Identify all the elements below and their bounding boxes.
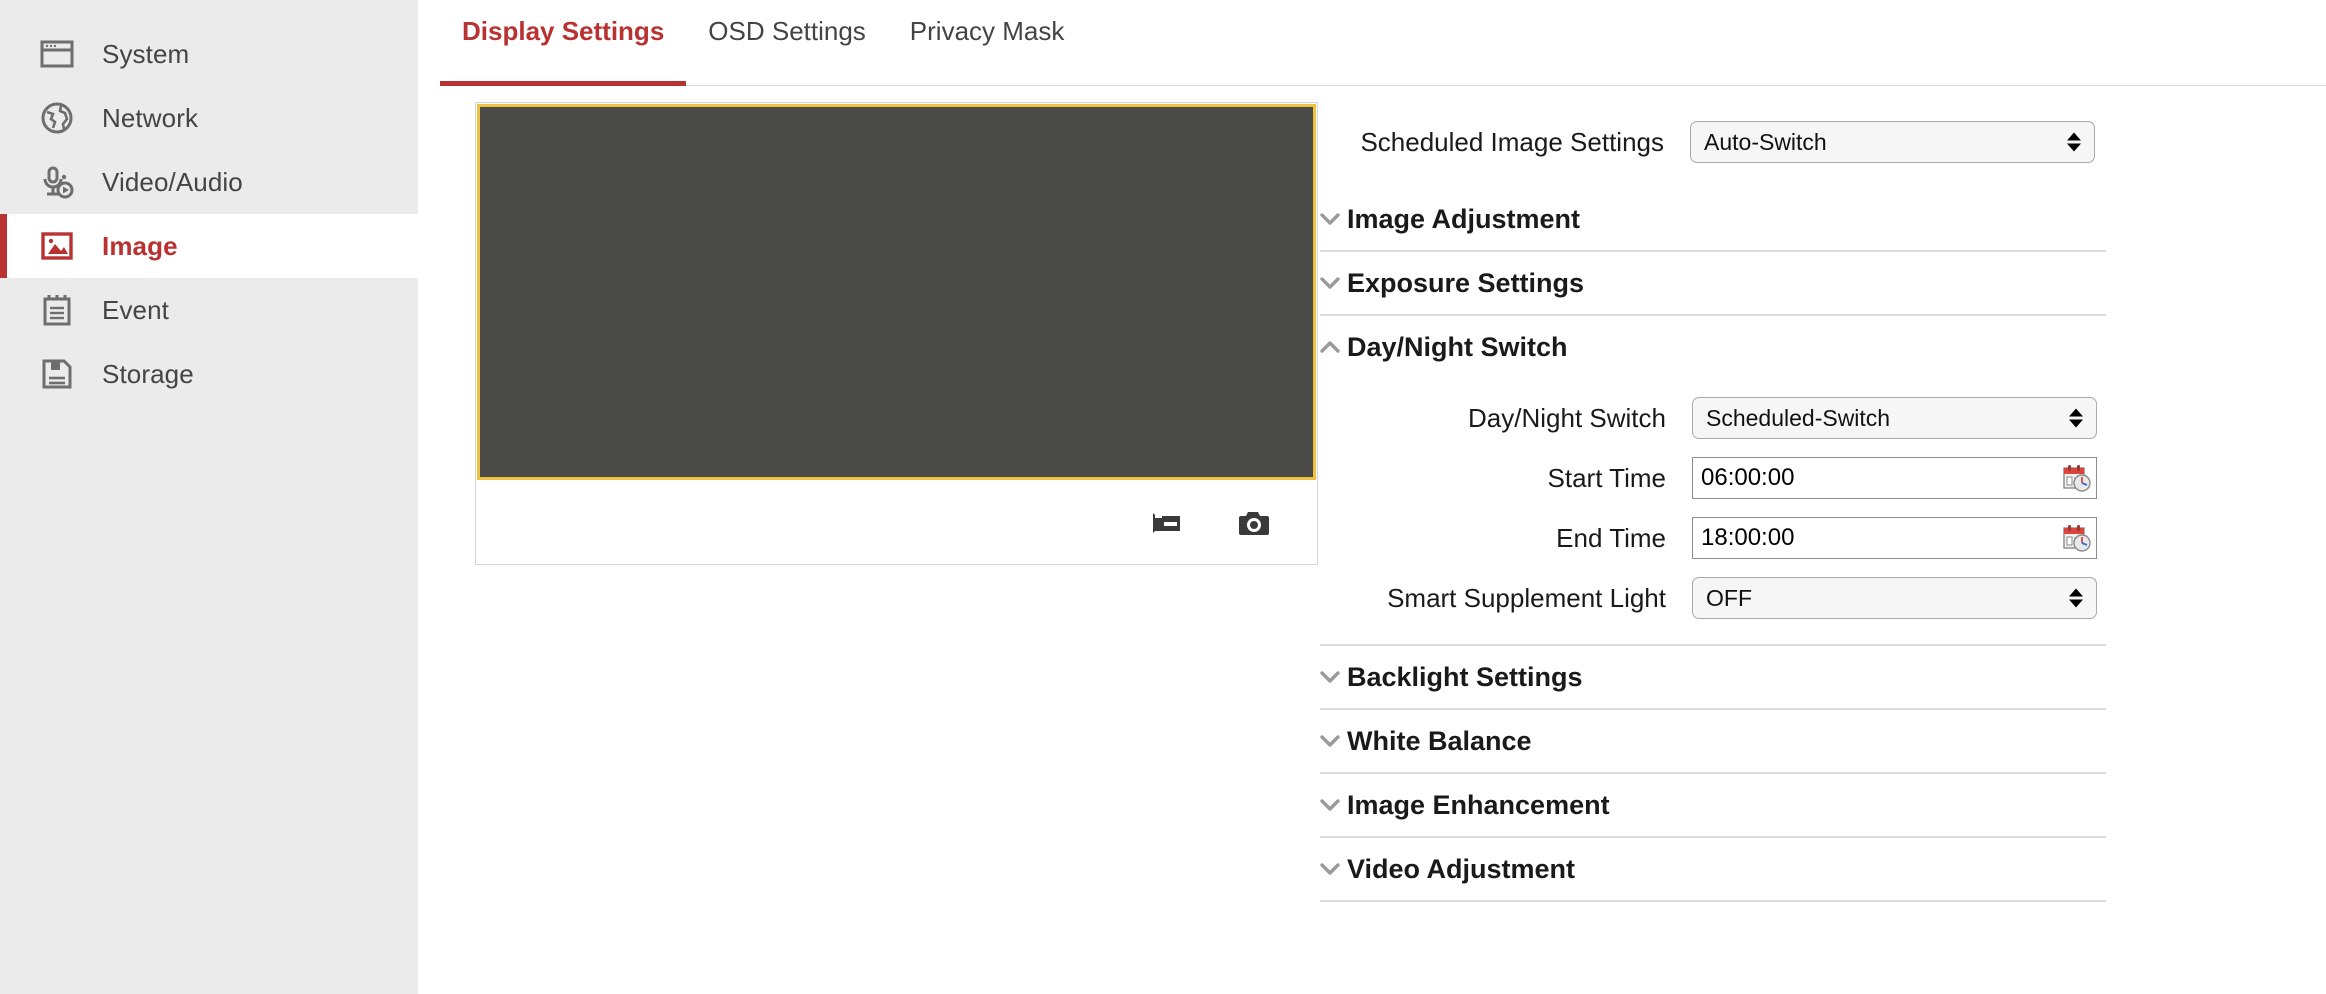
floppy-disk-icon (38, 355, 76, 393)
section-header-white-balance[interactable]: White Balance (1320, 710, 2232, 772)
sidebar-item-label: Network (102, 103, 198, 134)
section-exposure-settings: Exposure Settings (1318, 252, 2232, 316)
row-scheduled-image-settings: Scheduled Image Settings Auto-Switch (1318, 112, 2232, 172)
section-header-backlight-settings[interactable]: Backlight Settings (1320, 646, 2232, 708)
row-smart-supplement-light: Smart Supplement Light OFF (1320, 568, 2232, 628)
sidebar-item-label: Storage (102, 359, 194, 390)
content-area: Scheduled Image Settings Auto-Switch (418, 86, 2326, 902)
end-time-input[interactable] (1692, 517, 2097, 559)
calendar-clock-icon[interactable] (2062, 463, 2092, 493)
video-camera-icon[interactable] (1149, 503, 1189, 543)
chevron-down-icon (1320, 273, 1340, 293)
section-title: Exposure Settings (1347, 268, 1584, 299)
chevron-down-icon (1320, 731, 1340, 751)
sidebar-item-system[interactable]: System (0, 22, 418, 86)
day-night-switch-label: Day/Night Switch (1320, 403, 1692, 434)
end-time-control (1692, 517, 2097, 559)
sidebar-item-event[interactable]: Event (0, 278, 418, 342)
section-title: White Balance (1347, 726, 1532, 757)
row-day-night-switch-mode: Day/Night Switch Scheduled-Switch (1320, 388, 2232, 448)
chevron-down-icon (1320, 859, 1340, 879)
scheduled-image-settings-label: Scheduled Image Settings (1318, 127, 1690, 158)
sidebar-item-image[interactable]: Image (0, 214, 418, 278)
section-header-image-enhancement[interactable]: Image Enhancement (1320, 774, 2232, 836)
video-preview[interactable] (477, 104, 1316, 480)
end-time-label: End Time (1320, 523, 1692, 554)
sidebar-item-label: Image (102, 231, 178, 262)
tab-osd-settings[interactable]: OSD Settings (686, 0, 888, 86)
section-image-adjustment: Image Adjustment (1318, 188, 2232, 252)
sidebar-item-video-audio[interactable]: Video/Audio (0, 150, 418, 214)
camera-icon[interactable] (1234, 503, 1274, 543)
section-image-enhancement: Image Enhancement (1318, 774, 2232, 838)
tab-display-settings[interactable]: Display Settings (440, 0, 686, 86)
section-title: Image Adjustment (1347, 204, 1580, 235)
sidebar-item-label: System (102, 39, 189, 70)
chevron-down-icon (1320, 667, 1340, 687)
section-header-exposure-settings[interactable]: Exposure Settings (1320, 252, 2232, 314)
section-header-day-night-switch[interactable]: Day/Night Switch (1320, 316, 2232, 378)
tab-label: Display Settings (462, 16, 664, 46)
day-night-switch-control: Scheduled-Switch (1692, 397, 2097, 439)
smart-supplement-light-select[interactable]: OFF (1692, 577, 2097, 619)
section-header-image-adjustment[interactable]: Image Adjustment (1320, 188, 2232, 250)
tab-label: OSD Settings (708, 16, 866, 46)
row-start-time: Start Time (1320, 448, 2232, 508)
picture-icon (38, 227, 76, 265)
section-white-balance: White Balance (1318, 710, 2232, 774)
tab-label: Privacy Mask (910, 16, 1065, 46)
main-area: Display Settings OSD Settings Privacy Ma… (418, 0, 2326, 994)
smart-supplement-light-control: OFF (1692, 577, 2097, 619)
smart-supplement-light-label: Smart Supplement Light (1320, 583, 1692, 614)
section-title: Image Enhancement (1347, 790, 1610, 821)
sidebar-item-label: Event (102, 295, 169, 326)
section-title: Day/Night Switch (1347, 332, 1568, 363)
sidebar-item-storage[interactable]: Storage (0, 342, 418, 406)
chevron-down-icon (1320, 209, 1340, 229)
scheduled-image-settings-control: Auto-Switch (1690, 121, 2095, 163)
microphone-icon (38, 163, 76, 201)
page-root: System Network (0, 0, 2326, 994)
window-icon (38, 35, 76, 73)
notepad-icon (38, 291, 76, 329)
row-end-time: End Time (1320, 508, 2232, 568)
tab-privacy-mask[interactable]: Privacy Mask (888, 0, 1087, 86)
section-header-video-adjustment[interactable]: Video Adjustment (1320, 838, 2232, 900)
preview-column (418, 86, 1318, 902)
chevron-up-icon (1320, 337, 1340, 357)
chevron-down-icon (1320, 795, 1340, 815)
start-time-label: Start Time (1320, 463, 1692, 494)
calendar-clock-icon[interactable] (2062, 523, 2092, 553)
section-video-adjustment: Video Adjustment (1318, 838, 2232, 902)
sidebar-item-label: Video/Audio (102, 167, 243, 198)
settings-column: Scheduled Image Settings Auto-Switch (1318, 86, 2326, 902)
section-day-night-switch: Day/Night Switch Day/Night Switch Schedu… (1318, 316, 2232, 646)
sidebar-item-network[interactable]: Network (0, 86, 418, 150)
scheduled-image-settings-select[interactable]: Auto-Switch (1690, 121, 2095, 163)
start-time-input[interactable] (1692, 457, 2097, 499)
section-divider (1320, 900, 2106, 902)
section-backlight-settings: Backlight Settings (1318, 646, 2232, 710)
tab-bar: Display Settings OSD Settings Privacy Ma… (418, 0, 2326, 86)
globe-icon (38, 99, 76, 137)
live-preview-panel (475, 102, 1318, 565)
sidebar: System Network (0, 0, 418, 994)
preview-toolbar (476, 481, 1317, 564)
section-title: Backlight Settings (1347, 662, 1583, 693)
day-night-switch-select[interactable]: Scheduled-Switch (1692, 397, 2097, 439)
section-title: Video Adjustment (1347, 854, 1575, 885)
start-time-control (1692, 457, 2097, 499)
